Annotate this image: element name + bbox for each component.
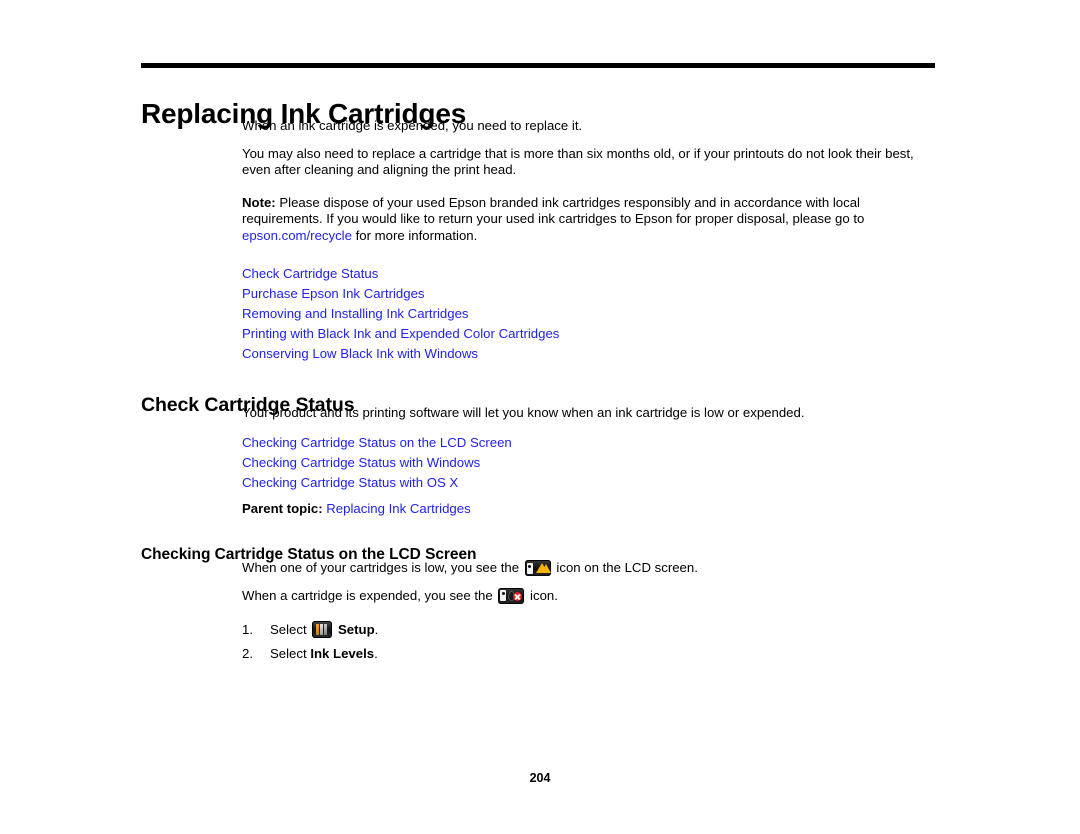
epson-recycle-link[interactable]: epson.com/recycle [242, 228, 352, 243]
list-item: Checking Cartridge Status with Windows [242, 453, 936, 473]
list-item: Printing with Black Ink and Expended Col… [242, 324, 936, 344]
low-ink-sentence: When one of your cartridges is low, you … [242, 560, 936, 577]
step-bold-label: Setup [338, 622, 375, 638]
chapter-intro-block: When an ink cartridge is expended, you n… [242, 118, 936, 365]
list-item: 1. Select Setup. [242, 618, 936, 642]
parent-topic-label: Parent topic: [242, 501, 323, 517]
note-label: Note: [242, 194, 276, 210]
list-item: Purchase Epson Ink Cartridges [242, 284, 936, 304]
list-item: Removing and Installing Ink Cartridges [242, 304, 936, 324]
lcd-screen-block: When one of your cartridges is low, you … [242, 560, 936, 666]
topic-link-removing-and-installing-ink-cartridges[interactable]: Removing and Installing Ink Cartridges [242, 306, 469, 321]
parent-topic-link[interactable]: Replacing Ink Cartridges [326, 501, 470, 516]
topic-link-purchase-epson-ink-cartridges[interactable]: Purchase Epson Ink Cartridges [242, 286, 425, 301]
ink-expended-icon [498, 587, 525, 604]
page-number: 204 [529, 771, 551, 785]
lcd-steps-list: 1. Select Setup. 2. Select Ink Levels. [242, 618, 936, 666]
low-ink-text-after: icon on the LCD screen. [552, 560, 698, 575]
step-text-before: Select [270, 622, 311, 638]
step-text-after: . [374, 622, 379, 638]
note-paragraph: Note: Please dispose of your used Epson … [242, 195, 936, 245]
step-number: 2. [242, 646, 253, 662]
list-item: 2. Select Ink Levels. [242, 642, 936, 666]
expended-sentence: When a cartridge is expended, you see th… [242, 587, 936, 605]
list-item: Checking Cartridge Status on the LCD Scr… [242, 433, 936, 453]
topic-link-checking-status-os-x[interactable]: Checking Cartridge Status with OS X [242, 475, 458, 490]
topic-link-printing-with-black-ink[interactable]: Printing with Black Ink and Expended Col… [242, 326, 559, 341]
topic-link-checking-status-windows[interactable]: Checking Cartridge Status with Windows [242, 455, 480, 470]
low-ink-text-before: When one of your cartridges is low, you … [242, 560, 523, 575]
topic-link-check-cartridge-status[interactable]: Check Cartridge Status [242, 266, 378, 281]
note-text-after-link: for more information. [351, 227, 478, 243]
intro-paragraph-2: You may also need to replace a cartridge… [242, 145, 914, 178]
low-ink-warning-icon [524, 560, 551, 576]
check-cartridge-status-block: Your product and its printing software w… [242, 405, 936, 518]
expended-text-after: icon. [526, 587, 558, 603]
document-page: Replacing Ink Cartridges When an ink car… [0, 0, 1080, 834]
expended-text-before: When a cartridge is expended, you see th… [242, 587, 497, 603]
note-text-before-link: Please dispose of your used Epson brande… [242, 194, 865, 227]
parent-topic-line: Parent topic: Replacing Ink Cartridges [242, 501, 936, 518]
setup-icon [312, 621, 333, 639]
check-cartridge-status-paragraph: Your product and its printing software w… [242, 405, 805, 420]
topic-link-conserving-low-black-ink-with-windows[interactable]: Conserving Low Black Ink with Windows [242, 346, 478, 361]
step-number: 1. [242, 622, 253, 638]
step-text-before: Select [270, 646, 311, 662]
check-cartridge-status-link-list: Checking Cartridge Status on the LCD Scr… [242, 433, 936, 494]
list-item: Conserving Low Black Ink with Windows [242, 344, 936, 364]
list-item: Check Cartridge Status [242, 264, 936, 284]
list-item: Checking Cartridge Status with OS X [242, 473, 936, 493]
intro-paragraph-1: When an ink cartridge is expended, you n… [242, 118, 583, 133]
topic-link-checking-status-lcd-screen[interactable]: Checking Cartridge Status on the LCD Scr… [242, 435, 512, 450]
title-rule-divider [141, 63, 935, 68]
chapter-topic-link-list: Check Cartridge Status Purchase Epson In… [242, 264, 936, 365]
step-text-after: . [374, 646, 378, 662]
step-bold-label: Ink Levels [310, 646, 375, 662]
